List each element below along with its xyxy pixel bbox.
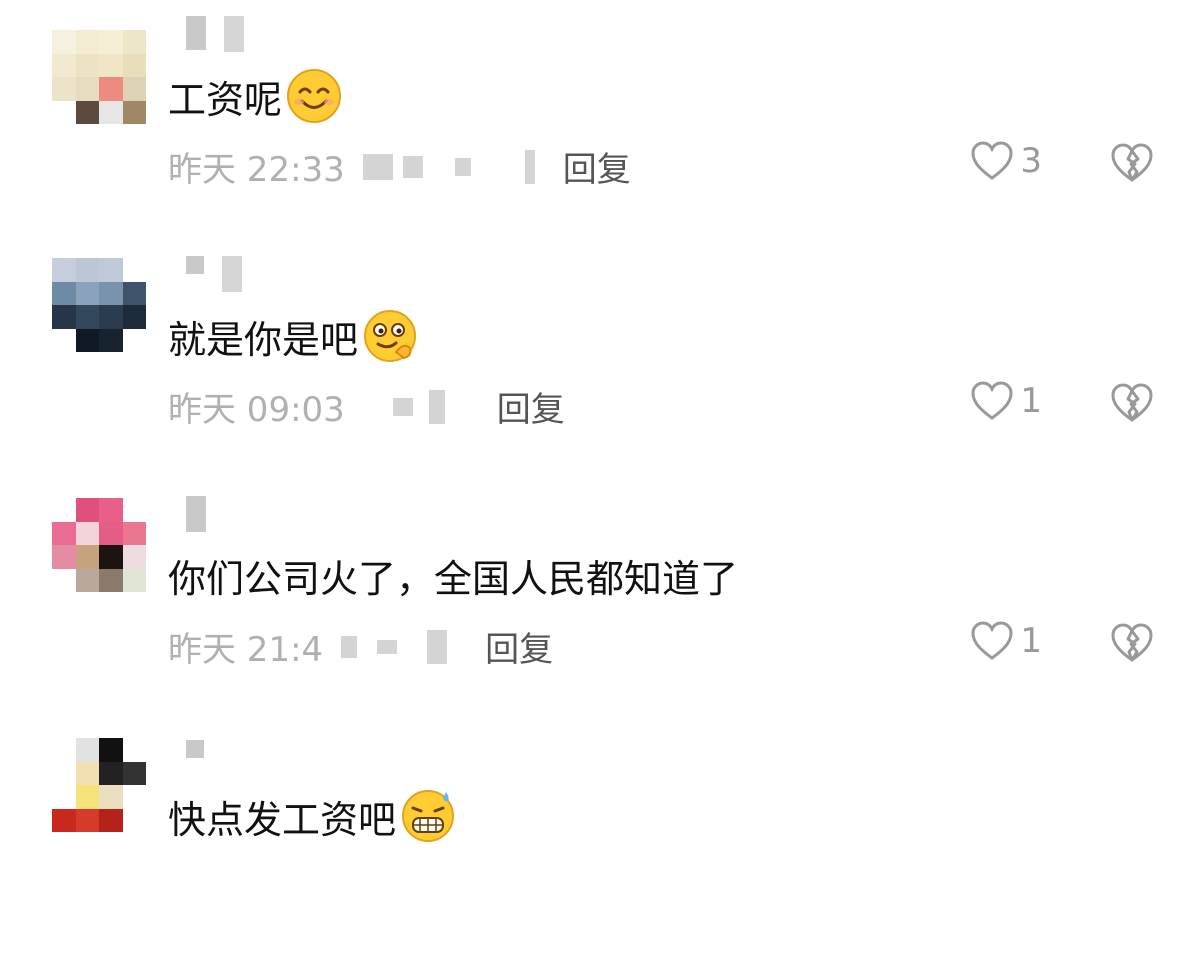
comment-item: 就是你是吧 昨天 09:03 回复 1: [0, 240, 1200, 480]
like-count: 3: [1020, 141, 1042, 181]
grimace-sweat-emoji-icon: [402, 790, 455, 842]
comment-item: 快点发工资吧: [0, 720, 1200, 960]
timestamp: 昨天 22:33: [168, 150, 345, 190]
heart-icon: [971, 621, 1013, 660]
username-redacted[interactable]: [186, 740, 256, 780]
location-redacted: [363, 389, 445, 424]
broken-heart-icon: [1111, 383, 1153, 422]
heart-icon: [971, 141, 1013, 180]
thinking-emoji-icon: [364, 310, 417, 362]
dislike-button[interactable]: [1110, 142, 1154, 184]
broken-heart-icon: [1111, 623, 1153, 662]
broken-heart-icon: [1111, 143, 1153, 182]
username-redacted[interactable]: [186, 256, 256, 296]
dislike-button[interactable]: [1110, 382, 1154, 424]
timestamp: 昨天 21:4: [168, 630, 324, 670]
username-redacted[interactable]: [186, 16, 256, 56]
avatar[interactable]: [52, 738, 146, 832]
reply-button[interactable]: 回复: [497, 382, 565, 431]
like-button[interactable]: 1: [970, 620, 1042, 662]
like-count: 1: [1020, 621, 1042, 661]
comment-meta: 昨天 22:33 回复: [168, 142, 631, 191]
avatar[interactable]: [52, 498, 146, 592]
comment-text: 工资呢: [168, 68, 342, 124]
comment-text: 就是你是吧: [168, 308, 418, 364]
like-button[interactable]: 3: [970, 140, 1042, 182]
like-count: 1: [1020, 381, 1042, 421]
location-redacted: [362, 149, 535, 184]
username-redacted[interactable]: [186, 496, 256, 536]
timestamp: 昨天 09:03: [168, 390, 345, 430]
dislike-button[interactable]: [1110, 622, 1154, 664]
smiling-emoji-icon: [287, 69, 342, 123]
avatar[interactable]: [52, 258, 146, 352]
reply-button[interactable]: 回复: [563, 142, 631, 191]
comment-meta: 昨天 21:4 回复: [168, 622, 553, 671]
reply-button[interactable]: 回复: [485, 622, 553, 671]
comment-text: 快点发工资吧: [168, 788, 456, 844]
like-button[interactable]: 1: [970, 380, 1042, 422]
heart-icon: [971, 381, 1013, 420]
location-redacted: [341, 629, 448, 664]
avatar[interactable]: [52, 30, 146, 124]
comment-text: 你们公司火了，全国人民都知道了: [168, 557, 739, 601]
comment-item: 你们公司火了，全国人民都知道了 昨天 21:4 回复 1: [0, 480, 1200, 720]
comment-meta: 昨天 09:03 回复: [168, 382, 565, 431]
comment-item: 工资呢 昨天 22:33 回复 3: [0, 0, 1200, 240]
